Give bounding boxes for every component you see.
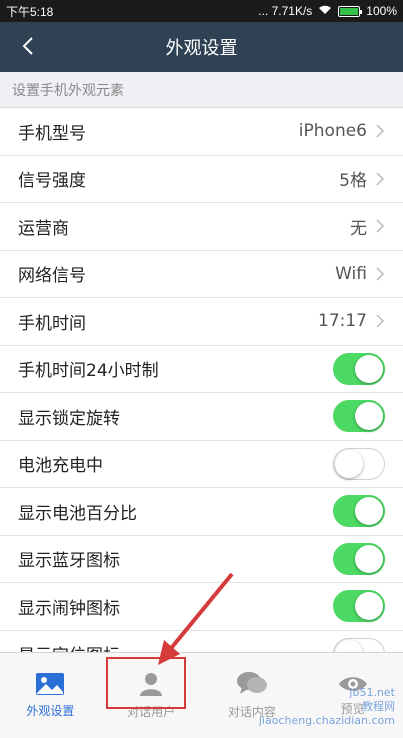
toggle-switch[interactable]: [333, 447, 385, 480]
row-label: 显示锁定旋转: [18, 408, 120, 429]
watermark: jb51.net 教程网 jiaocheng.chazidian.com: [259, 686, 395, 728]
toggle-switch[interactable]: [333, 495, 385, 528]
row-value: Wifi: [335, 263, 367, 284]
wifi-icon: [318, 4, 332, 18]
battery-percent: 100%: [366, 4, 397, 18]
row-label: 网络信号: [18, 266, 86, 287]
toggle-switch[interactable]: [333, 352, 385, 385]
image-icon: [36, 673, 65, 695]
section-title: 设置手机外观元素: [12, 82, 124, 99]
row-value: 无: [350, 218, 367, 239]
row-phone-model[interactable]: 手机型号 iPhone6: [0, 108, 403, 156]
toggle-switch[interactable]: [333, 542, 385, 575]
row-label: 电池充电中: [18, 456, 103, 477]
row-value: 5格: [339, 171, 367, 192]
section-header: 设置手机外观元素: [0, 72, 403, 108]
row-rotation-lock: 显示锁定旋转: [0, 393, 403, 441]
chevron-right-icon: [376, 314, 385, 328]
watermark-line1: jb51.net: [349, 686, 395, 699]
row-label: 手机时间: [18, 313, 86, 334]
back-button[interactable]: [16, 32, 40, 60]
watermark-line3: jiaocheng.chazidian.com: [258, 714, 395, 727]
tab-appearance[interactable]: 外观设置: [0, 653, 101, 738]
row-label: 显示电池百分比: [18, 503, 137, 524]
page-title: 外观设置: [165, 38, 238, 59]
row-label: 显示蓝牙图标: [18, 551, 120, 572]
network-speed: ... 7.71K/s: [258, 4, 313, 18]
row-signal-strength[interactable]: 信号强度 5格: [0, 156, 403, 203]
chevron-right-icon: [376, 124, 385, 138]
watermark-line2: 教程网: [362, 700, 395, 713]
row-label: 信号强度: [18, 171, 86, 192]
row-battery-percent: 显示电池百分比: [0, 488, 403, 536]
chevron-right-icon: [376, 267, 385, 281]
row-carrier[interactable]: 运营商 无: [0, 203, 403, 251]
row-phone-time[interactable]: 手机时间 17:17: [0, 298, 403, 346]
tab-label: 外观设置: [26, 704, 75, 718]
toggle-switch[interactable]: [333, 637, 385, 652]
battery-icon: [338, 5, 363, 17]
row-24h-time: 手机时间24小时制: [0, 346, 403, 393]
row-label: 手机时间24小时制: [18, 361, 159, 382]
status-indicators: ... 7.71K/s 100%: [258, 4, 397, 18]
navigation-bar: 外观设置: [0, 22, 403, 72]
row-label: 手机型号: [18, 123, 86, 144]
row-battery-charging: 电池充电中: [0, 441, 403, 488]
chevron-right-icon: [376, 219, 385, 233]
status-time: 下午5:18: [6, 4, 54, 19]
toggle-switch[interactable]: [333, 400, 385, 433]
toggle-switch[interactable]: [333, 590, 385, 623]
row-value: 17:17: [318, 311, 367, 332]
annotation-arrow: [158, 572, 234, 665]
row-label: 运营商: [18, 218, 69, 239]
status-bar: 下午5:18 ... 7.71K/s 100%: [0, 0, 403, 22]
row-network-signal[interactable]: 网络信号 Wifi: [0, 251, 403, 298]
chevron-right-icon: [376, 172, 385, 186]
chevron-left-icon: [22, 37, 33, 55]
row-value: iPhone6: [298, 121, 367, 142]
